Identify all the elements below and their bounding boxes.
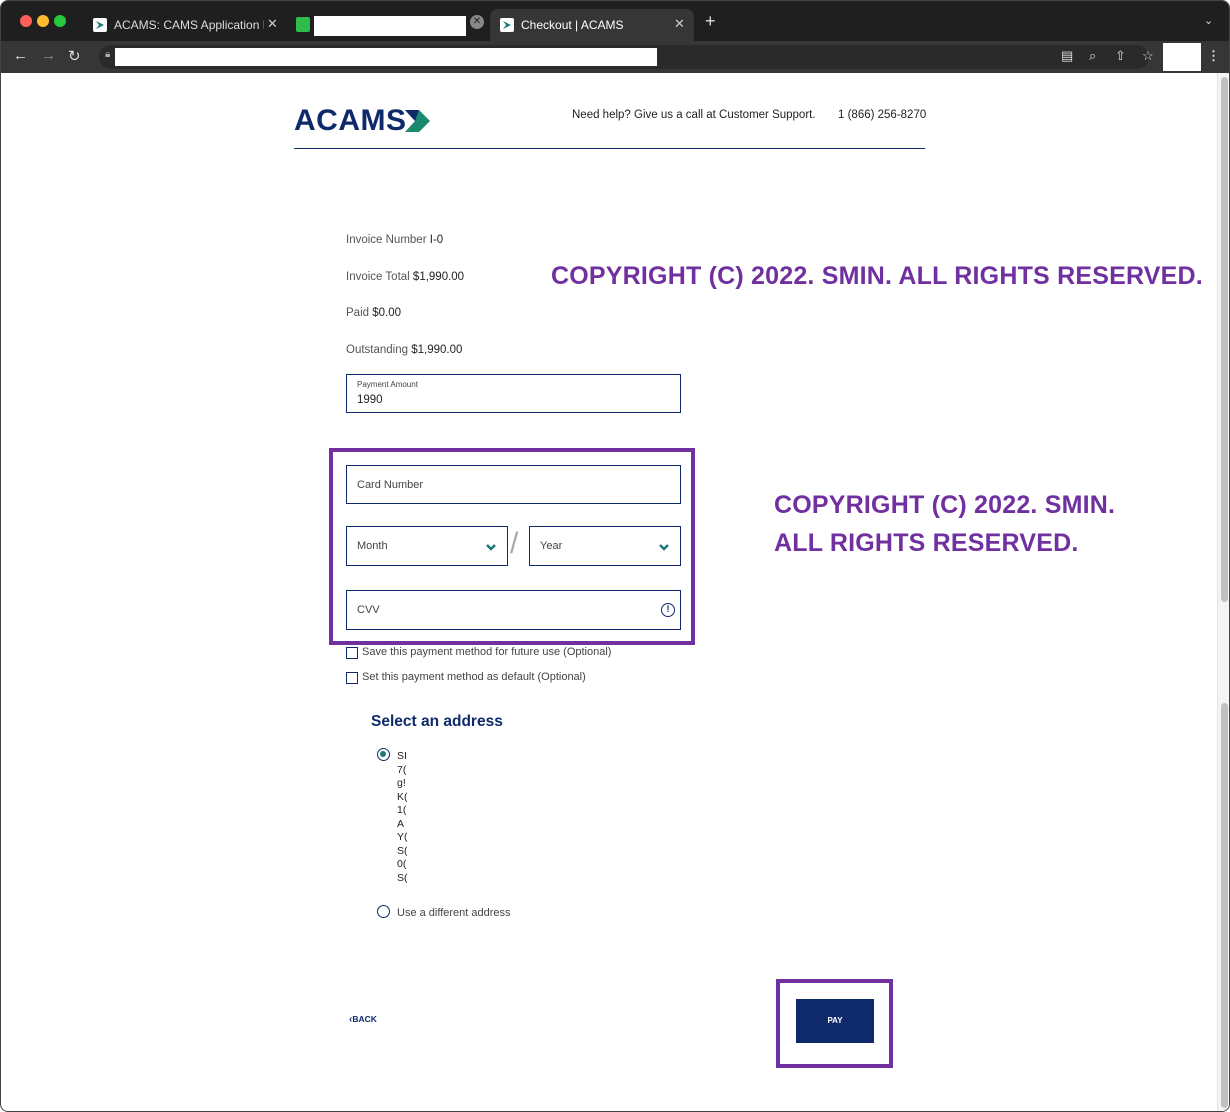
back-label: BACK [352,1014,377,1024]
save-method-checkbox[interactable] [346,647,358,659]
address-line: S( [397,845,407,857]
address-line: 1( [397,804,407,816]
acams-logo[interactable]: ACAMS [294,104,407,138]
invoice-number: Invoice Number I-0 [346,234,443,246]
page-scrollbar[interactable] [1217,73,1229,1111]
tab-search-chevron-icon[interactable]: ⌄ [1204,14,1213,27]
forward-arrow-icon[interactable]: → [41,47,56,64]
menu-kebab-icon[interactable]: ⋮ [1207,48,1220,64]
browser-toolbar: ← → ↻ 🔒︎ ▤ ⌕ ⇧ ☆ ⋮ [1,41,1229,73]
back-arrow-icon[interactable]: ← [13,47,28,64]
payment-amount-field[interactable]: Payment Amount 1990 [346,374,681,413]
invoice-paid-value: $0.00 [372,307,402,319]
copyright-watermark: COPYRIGHT (C) 2022. SMIN. [774,491,1116,519]
scrollbar-thumb[interactable] [1221,77,1228,602]
save-method-label: Save this payment method for future use … [362,646,612,658]
saved-address-radio[interactable] [377,748,390,761]
tab-checkout[interactable]: Checkout | ACAMS ✕ [490,9,694,41]
tab-close-icon[interactable]: ✕ [674,16,685,32]
tab-acams-application[interactable]: ACAMS: CAMS Application For ✕ [83,9,286,41]
redacted-tab-title [314,16,466,36]
acams-logo-arrow-icon [405,110,430,132]
tab-title: ACAMS: CAMS Application For [114,18,264,32]
tab-close-icon[interactable]: ✕ [267,16,278,32]
invoice-paid-label: Paid [346,307,370,319]
copyright-watermark: ALL RIGHTS RESERVED. [774,529,1079,557]
zoom-icon[interactable]: ⌕ [1089,48,1096,64]
profile-avatar[interactable] [1163,43,1201,71]
address-line: SI [397,750,407,762]
address-line: K( [397,791,407,803]
default-method-checkbox[interactable] [346,672,358,684]
lock-icon: 🔒︎ [105,49,111,60]
translate-icon[interactable]: ▤ [1061,48,1073,64]
close-window-button[interactable] [20,15,32,27]
support-phone[interactable]: 1 (866) 256-8270 [838,109,926,121]
copyright-watermark: COPYRIGHT (C) 2022. SMIN. ALL RIGHTS RES… [551,262,1203,290]
invoice-total: Invoice Total $1,990.00 [346,271,464,283]
select-address-heading: Select an address [371,713,503,730]
different-address-label: Use a different address [397,907,511,919]
pay-button-highlight [776,979,893,1068]
address-bar[interactable]: 🔒︎ ▤ ⌕ ⇧ ☆ [99,45,1154,69]
address-line: Y( [397,831,407,843]
browser-window: ACAMS: CAMS Application For ✕ ✕ Checkout… [0,0,1230,1112]
invoice-paid: Paid $0.00 [346,307,401,319]
reload-icon[interactable]: ↻ [68,47,81,65]
card-details-highlight [329,448,695,645]
tab-bar: ACAMS: CAMS Application For ✕ ✕ Checkout… [1,1,1229,41]
invoice-outstanding-value: $1,990.00 [411,344,463,356]
maximize-window-button[interactable] [54,15,66,27]
back-link[interactable]: ‹BACK [349,1014,377,1025]
address-line: 7( [397,764,407,776]
payment-amount-label: Payment Amount [357,380,418,389]
tab-title: Checkout | ACAMS [521,18,624,32]
invoice-total-value: $1,990.00 [412,271,465,283]
scrollbar-thumb-lower[interactable] [1221,703,1228,1108]
different-address-radio[interactable] [377,905,390,918]
invoice-outstanding-label: Outstanding [346,344,409,356]
redacted-url [115,48,657,66]
tab-close-icon[interactable]: ✕ [470,15,484,29]
minimize-window-button[interactable] [37,15,49,27]
address-line: A [397,818,405,830]
header-divider [294,148,925,149]
app-favicon-icon [296,17,310,32]
invoice-total-label: Invoice Total [346,271,410,283]
acams-favicon-icon [93,18,107,32]
invoice-number-value: I-0 [429,234,444,246]
default-method-label: Set this payment method as default (Opti… [362,671,586,683]
share-icon[interactable]: ⇧ [1115,48,1126,64]
invoice-number-label: Invoice Number [346,234,427,246]
tab-redacted[interactable]: ✕ [288,9,488,41]
payment-amount-value: 1990 [357,394,383,406]
support-help-text: Need help? Give us a call at Customer Su… [572,109,816,121]
new-tab-icon[interactable]: + [705,11,716,32]
bookmark-star-icon[interactable]: ☆ [1142,48,1154,64]
address-line: 0( [397,858,407,870]
invoice-outstanding: Outstanding $1,990.00 [346,344,462,356]
address-line: S( [397,872,407,884]
address-line: g! [397,777,406,789]
acams-favicon-icon [500,18,514,32]
